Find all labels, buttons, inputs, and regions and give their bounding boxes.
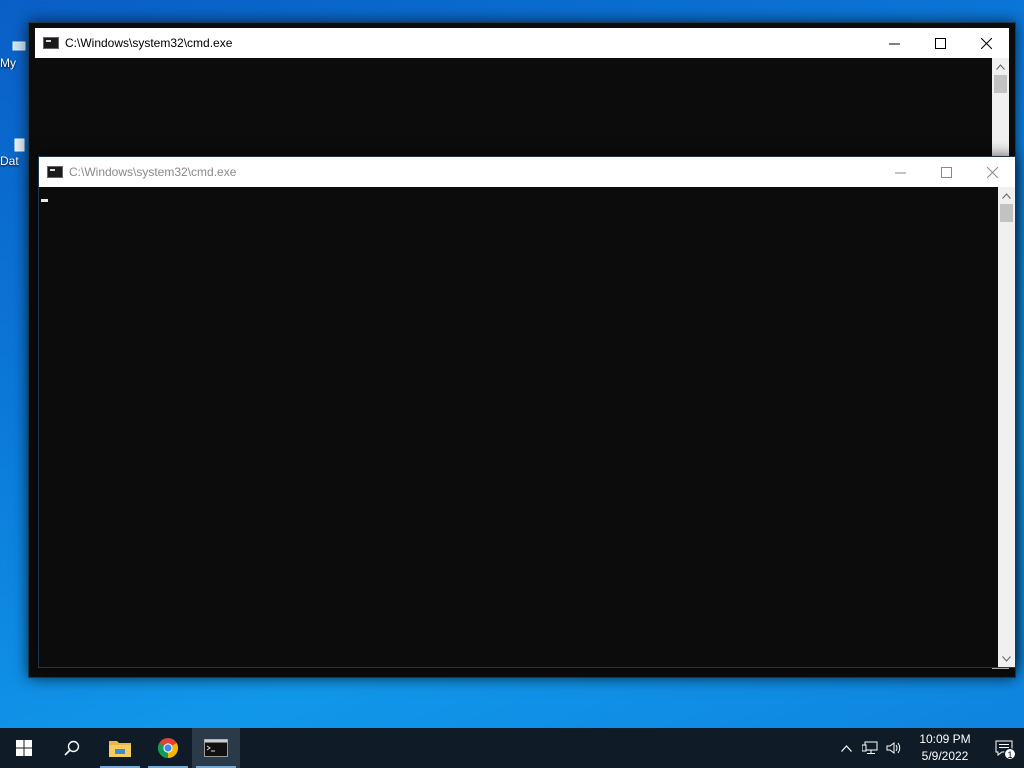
desktop-icon-my-computer[interactable]: My [0,40,26,70]
chrome-icon [157,738,179,759]
scroll-down-button[interactable] [998,650,1015,667]
file-icon [12,138,26,152]
maximize-button[interactable] [917,28,963,58]
minimize-button[interactable] [871,28,917,58]
console-area[interactable] [39,187,1015,667]
action-center-button[interactable]: 1 [984,728,1024,768]
maximize-icon [934,37,946,49]
chevron-up-icon [1002,192,1011,199]
search-button[interactable] [48,728,96,768]
desktop-icon-data[interactable]: Dat [0,138,26,168]
close-button[interactable] [969,157,1015,187]
scroll-thumb[interactable] [994,75,1007,93]
scroll-up-button[interactable] [998,187,1015,204]
titlebar[interactable]: C:\Windows\system32\cmd.exe [35,28,1009,58]
window-title: C:\Windows\system32\cmd.exe [69,165,237,179]
clock-date: 5/9/2022 [921,749,969,763]
text-cursor [41,199,48,202]
taskbar: 10:09 PM 5/9/2022 1 [0,728,1024,768]
chevron-down-icon [1002,655,1011,662]
taskbar-chrome[interactable] [144,728,192,768]
clock-time: 10:09 PM [919,732,971,746]
network-button[interactable] [858,728,882,768]
chevron-up-icon [840,744,852,752]
start-button[interactable] [0,728,48,768]
minimize-button[interactable] [877,157,923,187]
titlebar[interactable]: C:\Windows\system32\cmd.exe [39,157,1015,187]
minimize-icon [894,172,906,173]
computer-icon [12,40,26,54]
speaker-icon [886,742,901,754]
close-icon [980,37,992,49]
show-hidden-icons-button[interactable] [834,728,858,768]
network-icon [862,741,878,754]
minimize-icon [888,43,900,44]
cmd-window-foreground[interactable]: C:\Windows\system32\cmd.exe [38,156,1016,668]
window-title: C:\Windows\system32\cmd.exe [65,36,233,50]
maximize-button[interactable] [923,157,969,187]
window-controls [871,28,1009,58]
taskbar-cmd[interactable] [192,728,240,768]
volume-button[interactable] [882,728,906,768]
terminal-icon [204,739,228,757]
cmd-icon [47,166,63,178]
scroll-up-button[interactable] [992,58,1009,75]
desktop-icon-label: My [0,56,16,70]
close-button[interactable] [963,28,1009,58]
desktop-icon-label: Dat [0,154,19,168]
maximize-icon [940,166,952,178]
folder-icon [109,741,131,757]
taskbar-file-explorer[interactable] [96,728,144,768]
search-icon [64,740,80,756]
clock[interactable]: 10:09 PM 5/9/2022 [912,731,978,765]
close-icon [986,166,998,178]
chevron-up-icon [996,63,1005,70]
cmd-icon [43,37,59,49]
windows-logo-icon [16,740,32,756]
vertical-scrollbar[interactable] [998,187,1015,667]
system-tray: 10:09 PM 5/9/2022 1 [834,728,1024,768]
notification-count-badge: 1 [1004,748,1016,760]
window-controls [877,157,1015,187]
scroll-thumb[interactable] [1000,204,1013,222]
